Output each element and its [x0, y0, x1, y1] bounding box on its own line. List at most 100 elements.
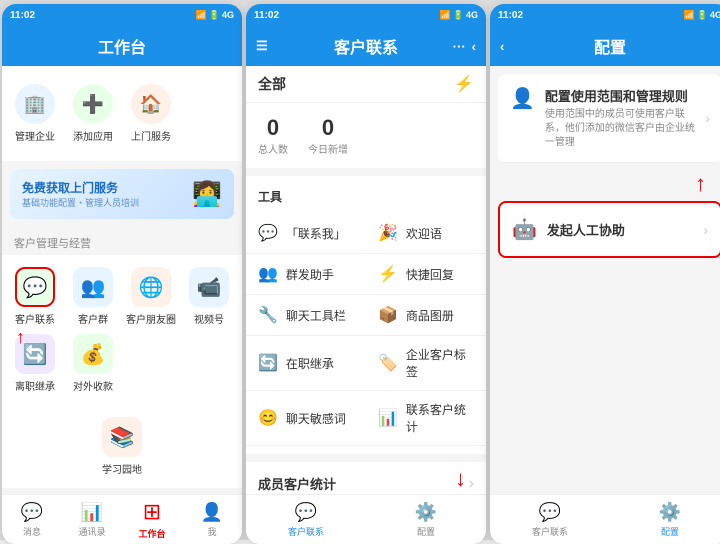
icon-label: 管理企业: [15, 128, 55, 143]
config-card-2: 🤖 发起人工协助 ›: [498, 201, 720, 258]
tool-label: 欢迎语: [406, 225, 442, 242]
signal-2: 📶: [440, 10, 451, 21]
tab-customer-contact-3[interactable]: 💬 客户联系: [490, 502, 610, 538]
icon-add-app[interactable]: ➕ 添加应用: [64, 78, 122, 149]
config-assist[interactable]: 🤖 发起人工协助 ›: [500, 203, 720, 256]
tab-bar-1: 💬 消息 📊 通讯录 ⊞ 工作台 👤 我: [2, 494, 242, 544]
cust-label: 客户朋友圈: [126, 311, 176, 326]
time-1: 11:02: [10, 10, 35, 21]
customer-content: 全部 ⚡ 0 总人数 0 今日新增 工具 💬: [246, 66, 486, 494]
cust-payment[interactable]: 💰 对外收款: [64, 330, 122, 397]
chevron-right-icon: ›: [469, 475, 474, 493]
cust-video[interactable]: 📹 视频号: [180, 263, 238, 330]
signal-3: 📶: [684, 10, 695, 21]
tool-icon: 🔧: [258, 305, 278, 325]
cust-label: 客户群: [78, 311, 108, 326]
tool-stats[interactable]: 📊 联系客户统计: [366, 391, 486, 446]
tab-customer-contact[interactable]: 💬 客户联系: [246, 502, 366, 538]
tool-inherit[interactable]: 🔄 在职继承: [246, 336, 366, 391]
nav-customer: ☰ 客户联系 ··· ‹: [246, 26, 486, 66]
icon-manage-enterprise[interactable]: 🏢 管理企业: [6, 78, 64, 149]
tab-messages[interactable]: 💬 消息: [2, 502, 62, 538]
tool-label: 商品图册: [406, 307, 454, 324]
scope-desc: 使用范围中的成员可使用客户联系，他们添加的微信客户由企业统一管理: [545, 108, 695, 150]
battery-3: 🔋: [697, 10, 708, 21]
tab-label: 配置: [661, 525, 679, 538]
time-2: 11:02: [254, 10, 279, 21]
nav-title-2: 客户联系: [334, 34, 398, 58]
tools-title: 工具: [246, 184, 486, 213]
tool-welcome[interactable]: 🎉 欢迎语: [366, 213, 486, 254]
tool-chat-toolbar[interactable]: 🔧 聊天工具栏: [246, 295, 366, 336]
tab-label: 客户联系: [532, 525, 568, 538]
banner[interactable]: 免费获取上门服务 基础功能配置・管理人员培训 👩‍💻: [10, 169, 234, 219]
tool-icon: 🎉: [378, 223, 398, 243]
scope-icon: 👤: [510, 86, 535, 111]
filter-label[interactable]: 全部: [258, 74, 286, 94]
total-label: 总人数: [258, 141, 288, 156]
cust-group[interactable]: 👥 客户群: [64, 263, 122, 330]
red-arrow-down: ↓: [455, 466, 466, 492]
cust-learn-row: 📚 学习园地: [2, 405, 242, 488]
tool-catalog[interactable]: 📦 商品图册: [366, 295, 486, 336]
section-title: 客户管理与经营: [2, 227, 242, 255]
status-bar-1: 11:02 📶 🔋 4G: [2, 4, 242, 26]
tool-broadcast[interactable]: 👥 群发助手: [246, 254, 366, 295]
config-tab-icon-3: ⚙️: [659, 502, 681, 523]
total-stat: 0 总人数: [258, 115, 288, 156]
tab-label: 我: [207, 525, 216, 538]
menu-icon[interactable]: ☰: [256, 38, 268, 54]
tool-sensitive[interactable]: 😊 聊天敏感词: [246, 391, 366, 446]
icon-home-service[interactable]: 🏠 上门服务: [122, 78, 180, 149]
tool-icon: ⚡: [378, 264, 398, 284]
top-icon-grid: 🏢 管理企业 ➕ 添加应用 🏠 上门服务: [2, 66, 242, 161]
filter-icon[interactable]: ⚡: [454, 74, 474, 94]
signal-1: 📶: [196, 10, 207, 21]
tab-bar-wrapper-2: ↓ 💬 客户联系 ⚙️ 配置: [246, 494, 486, 544]
tool-label: 快捷回复: [406, 266, 454, 283]
assist-icon: 🤖: [512, 217, 537, 242]
cust-label: 对外收款: [73, 378, 113, 393]
icon-label: 上门服务: [131, 128, 171, 143]
cust-contact[interactable]: 💬 客户联系 ↑: [6, 263, 64, 330]
nav-config: ‹ 配置: [490, 26, 720, 66]
config-scope[interactable]: 👤 配置使用范围和管理规则 使用范围中的成员可使用客户联系，他们添加的微信客户由…: [498, 74, 720, 163]
members-label: 成员客户统计: [258, 474, 336, 493]
time-3: 11:02: [498, 10, 523, 21]
tool-quick-reply[interactable]: ⚡ 快捷回复: [366, 254, 486, 295]
dots-icon[interactable]: ···: [453, 39, 466, 54]
network-2: 4G: [466, 10, 478, 20]
tab-label: 工作台: [138, 527, 165, 540]
tool-label: 「联系我」: [286, 225, 346, 242]
tool-label: 群发助手: [286, 266, 334, 283]
tab-me[interactable]: 👤 我: [182, 502, 242, 538]
tab-config-3[interactable]: ⚙️ 配置: [610, 502, 720, 538]
cust-label: 学习园地: [102, 461, 142, 476]
nav-title-3: 配置: [594, 34, 626, 58]
back-icon-3[interactable]: ‹: [500, 39, 504, 54]
tab-label: 通讯录: [78, 525, 105, 538]
cust-moments[interactable]: 🌐 客户朋友圈: [122, 263, 180, 330]
members-row[interactable]: 成员客户统计 ›: [246, 462, 486, 494]
contacts-icon: 📊: [81, 502, 103, 523]
tool-icon: 👥: [258, 264, 278, 284]
tool-label: 聊天工具栏: [286, 307, 346, 324]
tool-icon: 📦: [378, 305, 398, 325]
tool-icon: 💬: [258, 223, 278, 243]
tab-workbench[interactable]: ⊞ 工作台: [122, 499, 182, 540]
today-stat: 0 今日新增: [308, 115, 348, 156]
banner-title: 免费获取上门服务: [22, 179, 139, 196]
customer-tab-icon: 💬: [295, 502, 317, 523]
message-icon: 💬: [21, 502, 43, 523]
tool-contact-me[interactable]: 💬 「联系我」: [246, 213, 366, 254]
today-label: 今日新增: [308, 141, 348, 156]
network-3: 4G: [710, 10, 720, 20]
tools-grid: 💬 「联系我」 🎉 欢迎语 👥 群发助手 ⚡ 快捷回复: [246, 213, 486, 446]
tool-icon: 🔄: [258, 353, 278, 373]
tool-tags[interactable]: 🏷️ 企业客户标签: [366, 336, 486, 391]
cust-resign[interactable]: 🔄 离职继承: [6, 330, 64, 397]
back-icon[interactable]: ‹: [472, 39, 476, 54]
tab-contacts[interactable]: 📊 通讯录: [62, 502, 122, 538]
cust-learn[interactable]: 📚 学习园地: [6, 413, 238, 480]
tab-config[interactable]: ⚙️ 配置: [366, 502, 486, 538]
